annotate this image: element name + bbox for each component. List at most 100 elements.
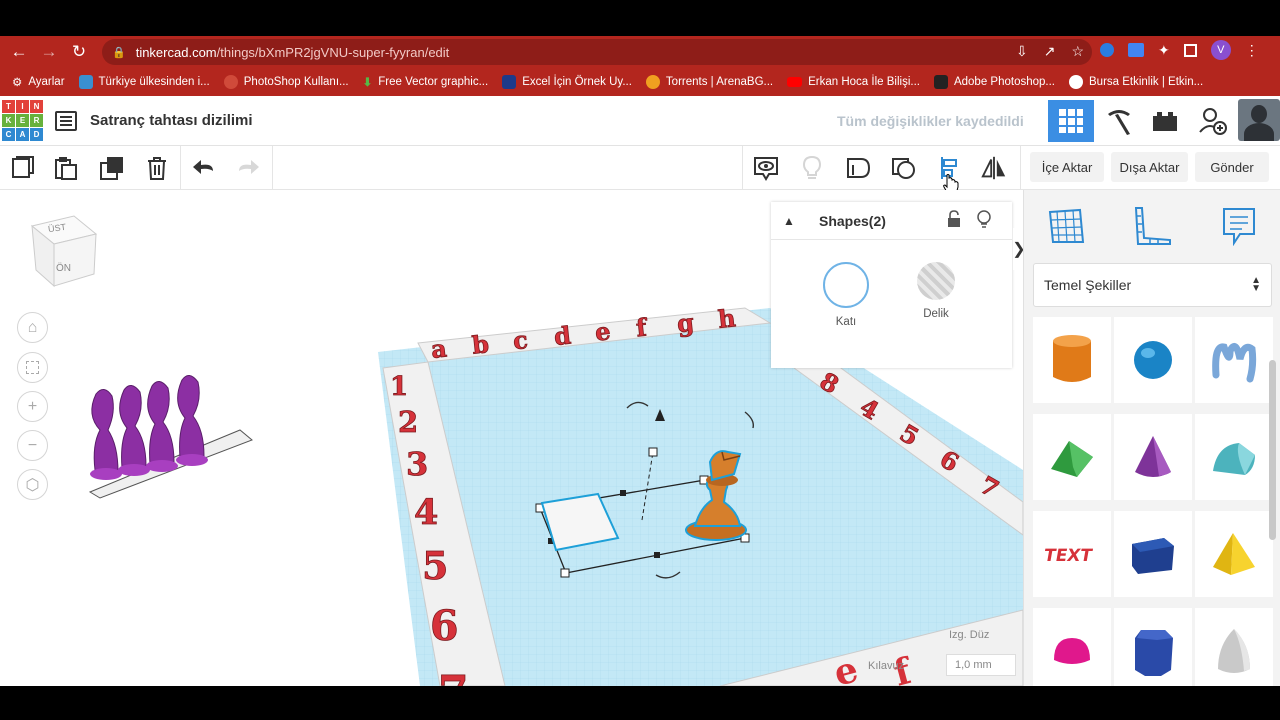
hole-option[interactable]: Delik — [906, 262, 966, 320]
web-icon — [223, 75, 238, 89]
shape-library-select[interactable]: Temel Şekiller ▲ ▼ — [1033, 263, 1272, 307]
logo-letter: K — [2, 114, 15, 127]
paste-button[interactable] — [52, 154, 80, 182]
svg-text:TEXT: TEXT — [1045, 546, 1094, 566]
chart-icon — [78, 75, 93, 89]
notes-button[interactable] — [752, 154, 780, 182]
install-icon[interactable]: ⇩ — [1016, 43, 1028, 60]
shape-box[interactable] — [1114, 511, 1192, 597]
shape-cylinder[interactable] — [1033, 317, 1111, 403]
shape-pyramid[interactable] — [1195, 511, 1273, 597]
puzzle-icon[interactable]: ✦ — [1158, 42, 1170, 59]
shape-round-roof[interactable] — [1195, 414, 1273, 500]
3d-view-button[interactable] — [1048, 100, 1094, 142]
import-button[interactable]: İçe Aktar — [1030, 152, 1104, 182]
tinkercad-logo[interactable]: TIN KER CAD — [2, 100, 43, 141]
browser-toolbar: ← → ↻ 🔒 tinkercad.com/things/bXmPR2jgVNU… — [0, 36, 1280, 68]
collapse-icon[interactable]: ▲ — [783, 214, 795, 228]
bricks-button[interactable] — [1142, 100, 1188, 142]
bookmark-turkey[interactable]: Türkiye ülkesinden i... — [78, 75, 210, 89]
zoom-out-button[interactable]: − — [17, 430, 48, 461]
edit-grid-button[interactable]: Izg. Düz — [949, 629, 989, 641]
undo-button[interactable] — [190, 154, 218, 182]
purple-bishops-group[interactable] — [88, 375, 253, 499]
note-icon — [1223, 208, 1255, 246]
snap-grid-select[interactable]: 1,0 mm — [946, 654, 1016, 676]
delete-button[interactable] — [143, 154, 171, 182]
redo-button[interactable] — [234, 154, 262, 182]
notes-tool-button[interactable] — [1217, 204, 1261, 248]
more-icon[interactable]: ⋮ — [1245, 42, 1259, 59]
solid-circle[interactable] — [823, 262, 869, 308]
fit-view-button[interactable] — [17, 352, 48, 383]
translate-icon[interactable] — [1128, 43, 1144, 57]
ruler-tool-button[interactable] — [1130, 204, 1174, 248]
mirror-button[interactable] — [980, 154, 1008, 182]
bookmark-excel[interactable]: Excel İçin Örnek Uy... — [502, 75, 632, 89]
extension-blue-icon[interactable] — [1100, 43, 1114, 57]
view-cube[interactable]: ÜST ÖN — [30, 212, 100, 293]
height-handle[interactable] — [648, 447, 658, 457]
shape-sphere[interactable] — [1114, 317, 1192, 403]
solid-option[interactable]: Katı — [816, 262, 876, 328]
paste-icon — [55, 157, 77, 180]
shape-roof[interactable] — [1033, 414, 1111, 500]
user-avatar[interactable] — [1238, 99, 1280, 141]
group-button[interactable] — [844, 154, 872, 182]
shape-scribble[interactable] — [1195, 317, 1273, 403]
send-button[interactable]: Gönder — [1195, 152, 1269, 182]
design-title[interactable]: Satranç tahtası dizilimi — [90, 112, 253, 129]
visibility-bulb-icon[interactable] — [977, 210, 991, 235]
minus-icon: − — [27, 436, 38, 454]
select-caret-icon: ▲ ▼ — [1251, 275, 1261, 294]
show-all-button[interactable] — [798, 154, 826, 182]
address-bar[interactable]: 🔒 tinkercad.com/things/bXmPR2jgVNU-super… — [102, 39, 1092, 65]
selection-handle[interactable] — [560, 568, 570, 578]
bookmark-photoshop[interactable]: PhotoShop Kullanı... — [223, 75, 349, 89]
forward-icon[interactable]: → — [38, 41, 60, 63]
design-list-icon[interactable] — [55, 111, 77, 131]
share-icon[interactable]: ↗ — [1044, 43, 1056, 60]
shape-text[interactable]: TEXT — [1033, 511, 1111, 597]
hole-circle[interactable] — [917, 262, 955, 300]
workplane-tool-button[interactable] — [1044, 204, 1088, 248]
reload-icon[interactable]: ↻ — [68, 41, 90, 63]
shape-cone[interactable] — [1114, 414, 1192, 500]
shape-paraboloid[interactable] — [1195, 608, 1273, 694]
globe-icon — [1069, 75, 1083, 89]
board-number-label: 3 — [406, 445, 428, 483]
sidepanel-icon[interactable] — [1183, 43, 1197, 57]
copy-button[interactable] — [8, 154, 36, 182]
star-icon[interactable]: ☆ — [1071, 43, 1084, 60]
lock-icon[interactable] — [947, 210, 961, 233]
duplicate-icon — [100, 157, 123, 180]
copy-icon — [12, 156, 34, 178]
bookmark-torrents[interactable]: Torrents | ArenaBG... — [645, 75, 773, 89]
bookmark-erkan[interactable]: Erkan Hoca İle Bilişi... — [787, 76, 920, 88]
view-cube-front-label[interactable]: ÖN — [56, 263, 71, 274]
pickaxe-icon — [1108, 110, 1130, 135]
eye-note-icon — [754, 157, 778, 181]
bookmark-vector[interactable]: ⬇ Free Vector graphic... — [363, 75, 489, 89]
blocks-button[interactable] — [1096, 100, 1142, 142]
duplicate-button[interactable] — [98, 154, 126, 182]
zoom-in-button[interactable]: + — [17, 391, 48, 422]
bookmark-bursa[interactable]: Bursa Etkinlik | Etkin... — [1069, 75, 1203, 89]
logo-letter: A — [16, 128, 29, 141]
board-letter-label: b — [471, 329, 491, 360]
home-view-button[interactable]: ⌂ — [17, 312, 48, 343]
export-button[interactable]: Dışa Aktar — [1111, 152, 1188, 182]
bookmark-adobe[interactable]: Adobe Photoshop... — [933, 75, 1055, 89]
shape-polygon[interactable] — [1114, 608, 1192, 694]
panel-scrollbar[interactable] — [1269, 360, 1276, 540]
logo-letter: R — [30, 114, 43, 127]
profile-avatar[interactable]: V — [1210, 40, 1231, 60]
workplane-viewport[interactable]: abcdefgh 1234567 84567 f e — [0, 190, 1023, 686]
invite-user-button[interactable] — [1190, 100, 1236, 142]
inspector-title: Shapes(2) — [819, 213, 886, 229]
ortho-view-button[interactable]: ⬡ — [17, 469, 48, 500]
bookmark-settings[interactable]: ⚙ Ayarlar — [12, 75, 65, 89]
shape-half-sphere[interactable] — [1033, 608, 1111, 694]
ungroup-button[interactable] — [890, 154, 918, 182]
back-icon[interactable]: ← — [8, 41, 30, 63]
